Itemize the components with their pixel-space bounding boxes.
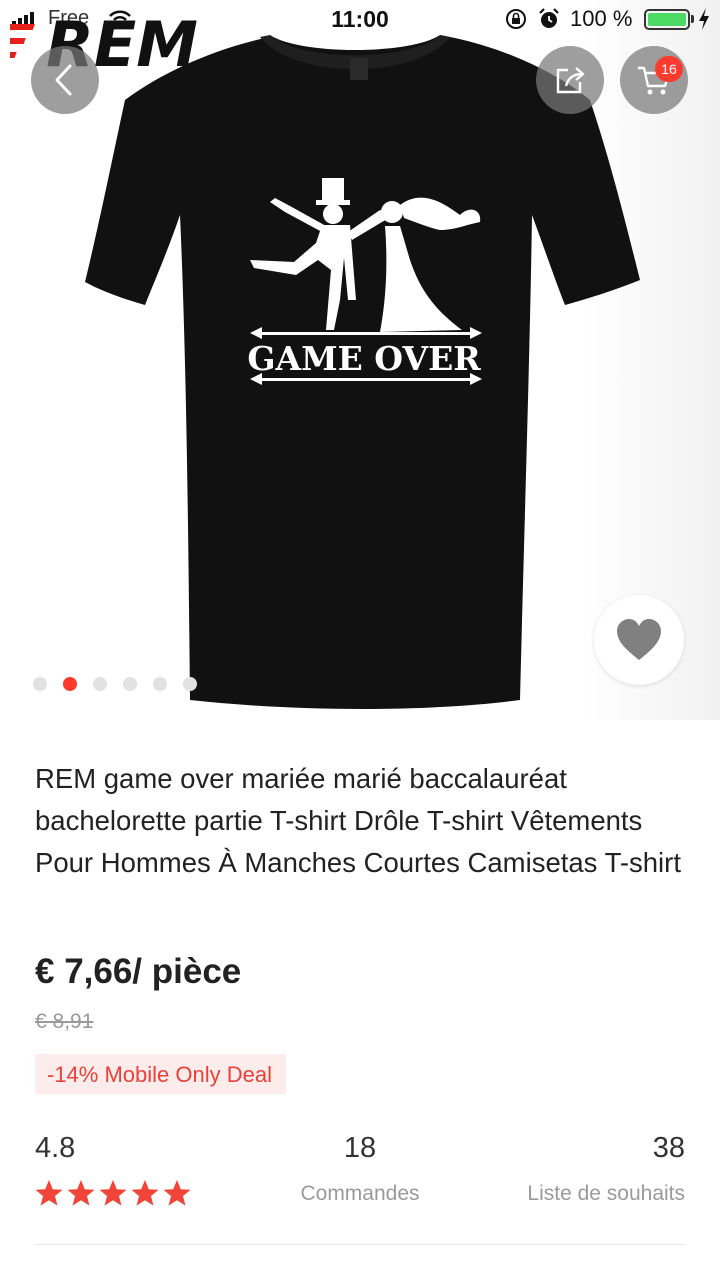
star-icon [67,1180,95,1206]
charging-icon [699,8,709,30]
rotation-lock-icon [506,9,526,29]
star-icon [99,1180,127,1206]
product-price: € 7,66/ pièce [35,952,242,991]
battery-cap [691,15,694,23]
cart-count-badge: 16 [655,56,683,82]
orders-label: Commandes [300,1182,420,1205]
rating-stars[interactable] [34,1179,192,1207]
carousel-dot[interactable] [33,677,47,691]
star-icon [35,1180,63,1206]
print-text: GAME OVER [247,339,481,378]
original-price: € 8,91 [35,1010,94,1033]
star-icon [131,1180,159,1206]
carousel-dot[interactable] [183,677,197,691]
rating-value: 4.8 [35,1132,76,1164]
wishlist-count: 38 [652,1132,685,1164]
carousel-dot-active[interactable] [63,677,77,691]
orders-count: 18 [343,1132,377,1164]
carousel-dot[interactable] [93,677,107,691]
battery-percentage: 100 % [570,6,633,31]
battery-icon [644,9,690,30]
carousel-dots [33,677,197,691]
cart-button[interactable] [620,46,688,114]
alarm-icon [539,8,559,28]
carousel-dot[interactable] [123,677,137,691]
back-button[interactable] [31,46,99,114]
share-icon [556,67,585,94]
product-title: REM game over mariée marié baccalauréat … [35,763,681,878]
wishlist-label[interactable]: Liste de souhaits [527,1182,685,1206]
star-icon [163,1180,191,1206]
share-button[interactable] [536,46,604,114]
heart-icon [617,619,661,660]
carousel-dot[interactable] [153,677,167,691]
deal-badge: -14% Mobile Only Deal [35,1054,286,1094]
wishlist-button[interactable] [594,595,684,685]
chevron-left-icon [55,64,72,96]
divider [35,1244,685,1245]
